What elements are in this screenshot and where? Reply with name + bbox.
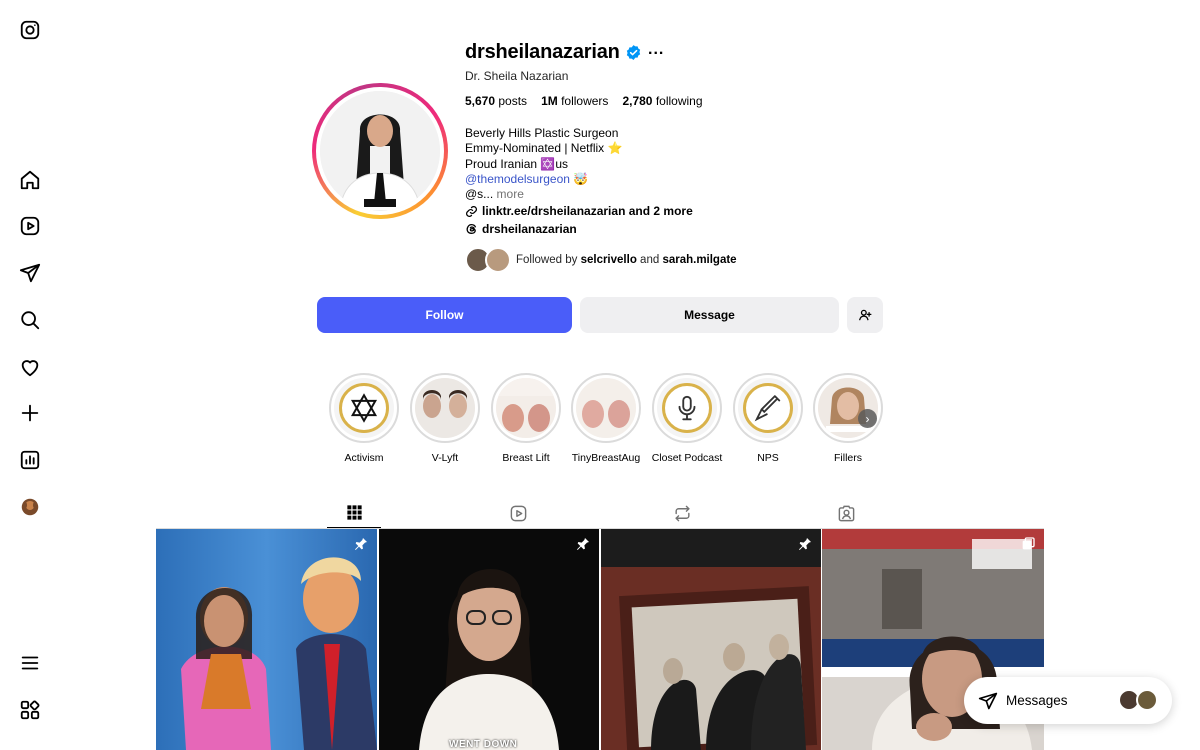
post-thumbnail[interactable] — [601, 529, 821, 750]
tab-reels[interactable] — [491, 498, 545, 528]
mind-blown-emoji-icon: 🤯 — [573, 171, 589, 186]
carousel-icon — [1022, 537, 1035, 550]
more-apps-icon[interactable] — [18, 698, 42, 722]
instagram-logo-icon[interactable] — [18, 18, 42, 42]
highlight-closet-podcast[interactable]: Closet Podcast — [651, 373, 723, 464]
message-button[interactable]: Message — [580, 297, 839, 333]
pinned-icon — [577, 538, 589, 550]
bio-more-link[interactable]: more — [497, 187, 524, 201]
highlight-thumbnail — [415, 378, 475, 438]
tab-reposts[interactable] — [655, 498, 709, 528]
post-thumbnail[interactable]: WENT DOWN — [379, 529, 599, 750]
highlight-thumbnail — [818, 378, 878, 438]
link-icon — [466, 205, 477, 217]
messages-button[interactable]: Messages — [964, 677, 1172, 724]
grid-icon — [346, 505, 362, 520]
add-person-icon — [859, 309, 872, 321]
threads-profile-link[interactable]: drsheilanazarian — [465, 222, 577, 236]
highlight-activism[interactable]: Activism — [328, 373, 400, 464]
follower-avatar — [485, 247, 511, 273]
repost-icon — [674, 505, 690, 521]
highlight-breast-lift[interactable]: Breast Lift — [490, 373, 562, 464]
highlight-thumbnail — [496, 378, 556, 438]
tab-posts[interactable] — [327, 498, 381, 529]
suggested-users-button[interactable] — [847, 297, 883, 333]
bio-line: Emmy-Nominated | Netflix ⭐ — [465, 141, 623, 156]
reels-icon[interactable] — [18, 214, 42, 238]
following-count[interactable]: 2,780 following — [622, 94, 702, 108]
post-caption: WENT DOWN — [449, 739, 518, 750]
profile-full-name: Dr. Sheila Nazarian — [465, 69, 569, 83]
followers-count[interactable]: 1M followers — [541, 94, 608, 108]
highlight-v-lyft[interactable]: V-Lyft — [409, 373, 481, 464]
followed-by[interactable]: Followed by selcrivello and sarah.milgat… — [465, 246, 737, 274]
tagged-icon — [838, 505, 854, 521]
threads-icon — [466, 223, 477, 234]
bio-line: @themodelsurgeon 🤯 — [465, 172, 622, 187]
microphone-icon — [662, 383, 712, 433]
home-icon[interactable] — [18, 168, 42, 192]
posts-count: 5,670 posts — [465, 94, 528, 108]
star-emoji-icon: ⭐ — [607, 141, 623, 156]
post-thumbnail[interactable] — [156, 529, 377, 750]
bio-line: Proud Iranian ✡️us — [465, 156, 569, 171]
profile-avatar-icon[interactable] — [18, 495, 42, 519]
highlight-tinybreastaug[interactable]: TinyBreastAug — [570, 373, 642, 464]
dashboard-icon[interactable] — [18, 448, 42, 472]
highlights-next-arrow-icon[interactable]: › — [858, 409, 877, 428]
profile-stats: 5,670 posts 1M followers 2,780 following — [465, 94, 703, 108]
bio-mention-link[interactable]: @themodelsurgeon — [465, 172, 570, 186]
direct-send-icon[interactable] — [18, 261, 42, 285]
highlight-nps[interactable]: NPS — [732, 373, 804, 464]
tab-tagged[interactable] — [819, 498, 873, 528]
search-icon[interactable] — [18, 308, 42, 332]
heart-icon[interactable] — [18, 355, 42, 379]
menu-icon[interactable] — [18, 651, 42, 675]
verified-badge-icon — [626, 45, 641, 60]
star-of-david-emoji-icon: ✡️ — [540, 156, 556, 171]
star-of-david-icon — [339, 383, 389, 433]
message-avatar — [1136, 689, 1158, 711]
bio-line: Beverly Hills Plastic Surgeon — [465, 126, 619, 140]
follow-button[interactable]: Follow — [317, 297, 572, 333]
pinned-icon — [799, 538, 811, 550]
more-options-icon[interactable]: ... — [648, 41, 664, 59]
pinned-icon — [355, 538, 367, 550]
profile-external-link[interactable]: linktr.ee/drsheilanazarian and 2 more — [465, 204, 693, 218]
profile-username: drsheilanazarian — [465, 41, 620, 63]
create-plus-icon[interactable] — [18, 401, 42, 425]
syringe-icon — [743, 383, 793, 433]
sidebar — [0, 0, 60, 750]
bio-line: @s... more — [465, 187, 524, 202]
profile-avatar-story-ring[interactable] — [312, 83, 448, 219]
direct-send-icon — [978, 692, 998, 709]
profile-bio: Beverly Hills Plastic Surgeon Emmy-Nomin… — [465, 126, 622, 202]
reels-icon — [510, 505, 526, 521]
highlight-thumbnail — [576, 378, 636, 438]
profile-avatar — [320, 91, 440, 211]
